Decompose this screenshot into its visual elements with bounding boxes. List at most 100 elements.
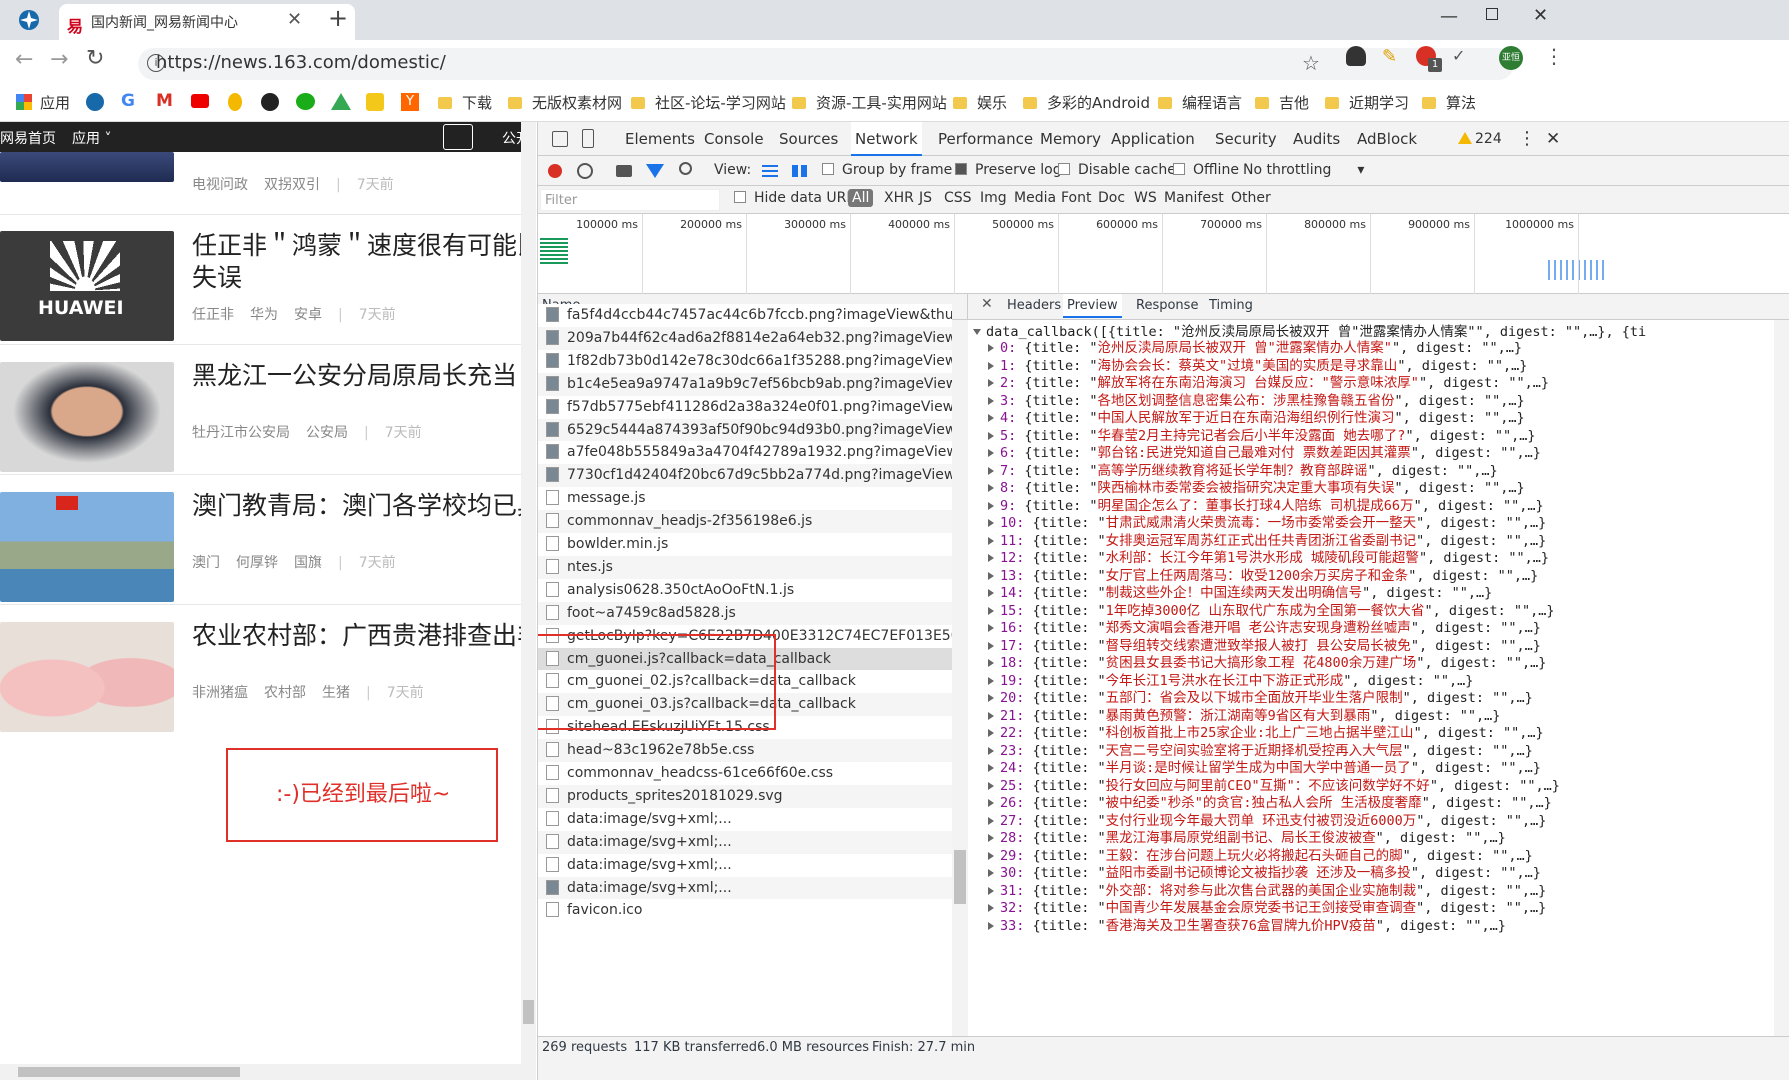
bookmark-icon-compass[interactable] xyxy=(86,93,104,111)
restore-icon[interactable] xyxy=(1486,8,1498,20)
filter-xhr[interactable]: XHR xyxy=(884,190,914,206)
devtools-close-icon[interactable]: ✕ xyxy=(1546,122,1560,156)
duck-icon[interactable] xyxy=(228,93,242,111)
bookmark-folder-fun[interactable]: 娱乐 xyxy=(953,92,1007,114)
filter-icon[interactable] xyxy=(646,164,664,178)
emoji-icon[interactable] xyxy=(366,93,384,111)
request-row[interactable]: bowlder.min.js xyxy=(538,533,952,556)
preview-item[interactable]: 11: {title: "女排奥运冠军周苏红正式出任共青团浙江省委副书记", d… xyxy=(988,533,1546,550)
request-row[interactable]: products_sprites20181029.svg xyxy=(538,784,952,808)
request-row[interactable]: data:image/svg+xml;... xyxy=(538,830,952,854)
record-button[interactable] xyxy=(548,164,562,178)
browser-tab[interactable]: 易 国内新闻_网易新闻中心 ✕ xyxy=(59,4,355,40)
tab-audits[interactable]: Audits xyxy=(1293,122,1340,156)
request-row[interactable]: f57db5775ebf411286d2a38a324e0f01.png?ima… xyxy=(538,395,952,419)
preview-item[interactable]: 1: {title: "海协会会长：蔡英文"过境"美国的实质是寻求靠山", di… xyxy=(988,358,1527,375)
preview-item[interactable]: 31: {title: "外交部：将对参与此次售台武器的美国企业实施制裁", d… xyxy=(988,883,1546,900)
preview-item[interactable]: 5: {title: "华春莹2月主持完记者会后小半年没露面 她去哪了?", d… xyxy=(988,428,1535,445)
detail-tab-response[interactable]: Response xyxy=(1136,298,1198,313)
requests-scrollbar[interactable] xyxy=(952,320,968,1036)
filter-manifest[interactable]: Manifest xyxy=(1164,190,1224,206)
filter-font[interactable]: Font xyxy=(1061,190,1091,206)
preview-item[interactable]: 22: {title: "科创板首批上市25家企业:北上广三地占据半壁江山", … xyxy=(988,725,1544,742)
news-title-1[interactable]: 任正非＂鸿蒙＂速度很有可能比 xyxy=(192,228,536,264)
request-row[interactable]: 209a7b44f62c4ad6a2f8814e2a64eb32.png?ima… xyxy=(538,326,952,350)
offline-checkbox[interactable]: Offline xyxy=(1173,162,1239,178)
tab-network[interactable]: Network xyxy=(851,122,922,156)
filter-js[interactable]: JS xyxy=(919,190,932,206)
back-icon[interactable]: ← xyxy=(15,47,33,72)
devtools-menu-icon[interactable]: ⋮ xyxy=(1518,122,1536,156)
clear-icon[interactable] xyxy=(577,163,593,179)
request-row[interactable]: data:image/svg+xml;... xyxy=(538,853,952,877)
request-row[interactable]: commonnav_headcss-61ce66f60e.css xyxy=(538,762,952,785)
preview-item[interactable]: 18: {title: "贫困县女县委书记大搞形象工程 花4800余万建广场",… xyxy=(988,655,1546,672)
tab-memory[interactable]: Memory xyxy=(1040,122,1101,156)
filter-css[interactable]: CSS xyxy=(944,190,972,206)
preview-item[interactable]: 21: {title: "暴雨黄色预警：浙江湖南等9省区有大到暴雨", dige… xyxy=(988,708,1500,725)
requests-scrollbar-thumb[interactable] xyxy=(954,850,966,904)
preview-item[interactable]: 23: {title: "天宫二号空间实验室将于近期择机受控再入大气层", di… xyxy=(988,743,1533,760)
disable-cache-checkbox[interactable]: Disable cache xyxy=(1058,162,1176,178)
hide-data-urls-checkbox[interactable]: Hide data URLs xyxy=(734,190,861,206)
preview-item[interactable]: 32: {title: "中国青少年发展基金会原党委书记王剑接受审查调查", d… xyxy=(988,900,1546,917)
news-thumb-3[interactable] xyxy=(0,492,174,602)
preview-item[interactable]: 16: {title: "郑秀文演唱会香港开唱 老公许志安现身遭粉丝嘘声", d… xyxy=(988,620,1541,637)
filter-other[interactable]: Other xyxy=(1231,190,1271,206)
preview-item[interactable]: 20: {title: "五部门：省会及以下城市全面放开毕业生落户限制", di… xyxy=(988,690,1533,707)
profile-avatar[interactable]: 亚恒 xyxy=(1499,46,1523,70)
preview-item[interactable]: 9: {title: "明星国企怎么了：董事长打球4人陪练 司机提成66万", … xyxy=(988,498,1544,515)
nav-apps-link[interactable]: 应用 ˅ xyxy=(72,128,111,148)
tab-performance[interactable]: Performance xyxy=(938,122,1033,156)
filter-all[interactable]: All xyxy=(848,189,874,207)
bookmark-folder-resources[interactable]: 资源-工具-实用网站 xyxy=(792,92,947,114)
request-row[interactable]: 7730cf1d42404f20bc67d9c5bb2a774d.png?ima… xyxy=(538,464,952,488)
request-row[interactable]: analysis0628.350ctAoOoFtN.1.js xyxy=(538,578,952,602)
warning-count[interactable]: 224 xyxy=(1475,122,1502,156)
github-icon[interactable] xyxy=(261,93,279,111)
news-title-4[interactable]: 农业农村部：广西贵港排查出非 xyxy=(192,618,536,654)
preview-item[interactable]: 26: {title: "被中纪委"秒杀"的贪官:独占私人会所 生活极度奢靡",… xyxy=(988,795,1552,812)
address-bar[interactable]: i https://news.163.com/domestic/ ☆ xyxy=(138,48,1514,80)
request-row[interactable]: data:image/svg+xml;... xyxy=(538,807,952,831)
request-row[interactable]: a7fe048b555849a3a4704f42789a1932.png?ima… xyxy=(538,441,952,465)
request-row[interactable]: head~83c1962e78b5e.css xyxy=(538,739,952,763)
google-icon[interactable]: G xyxy=(121,91,135,111)
preview-item[interactable]: 27: {title: "支付行业现今年最大罚单 环迅支付被罚没近6000万",… xyxy=(988,813,1546,830)
preview-item[interactable]: 13: {title: "女厅官上任两周落马：收受1200余万买房子和金条", … xyxy=(988,568,1538,585)
detail-close-icon[interactable]: ✕ xyxy=(981,296,993,312)
preview-item[interactable]: 30: {title: "益阳市委副书记硕博论文被指抄袭 还涉及一稿多投", d… xyxy=(988,865,1541,882)
bookmark-folder-free-assets[interactable]: 无版权素材网 xyxy=(508,92,622,114)
preview-item[interactable]: 6: {title: "郭台铭:民进党知道自己最难对付 票数差距因其灌票", d… xyxy=(988,445,1541,462)
request-row[interactable]: data:image/svg+xml;... xyxy=(538,876,952,900)
app-logo-icon[interactable] xyxy=(18,9,40,31)
nav-home-link[interactable]: 网易首页 xyxy=(0,128,56,148)
request-row[interactable]: favicon.ico xyxy=(538,899,952,923)
tab-console[interactable]: Console xyxy=(704,122,764,156)
large-rows-icon[interactable] xyxy=(762,165,778,177)
bookmark-star-icon[interactable]: ☆ xyxy=(1302,51,1320,75)
preview-item[interactable]: 15: {title: "1年吃掉3000亿 山东取代广东成为全国第一餐饮大省"… xyxy=(988,603,1554,620)
preview-item[interactable]: 12: {title: "水利部：长江今年第1号洪水形成 城陵矶段可能超警", … xyxy=(988,550,1549,567)
youtube-icon[interactable] xyxy=(191,94,209,108)
bookmark-folder-languages[interactable]: 编程语言 xyxy=(1158,92,1242,114)
news-thumb-4[interactable] xyxy=(0,622,174,732)
extension-ghost-icon[interactable] xyxy=(1346,46,1366,66)
reload-icon[interactable]: ↻ xyxy=(86,46,104,71)
bookmark-folder-android[interactable]: 多彩的Android xyxy=(1023,92,1150,114)
preview-item[interactable]: 17: {title: "督导组转交线索遭泄致举报人被打 县公安局长被免", d… xyxy=(988,638,1541,655)
preview-item[interactable]: 10: {title: "甘肃武威肃清火荣贵流毒：一场市委常委会开一整天", d… xyxy=(988,515,1546,532)
tab-security[interactable]: Security xyxy=(1215,122,1277,156)
bookmark-folder-algorithms[interactable]: 算法 xyxy=(1422,92,1476,114)
page-scrollbar-track[interactable] xyxy=(521,122,536,1064)
drive-icon[interactable] xyxy=(331,93,351,110)
news-thumb-2[interactable] xyxy=(0,362,174,472)
tab-application[interactable]: Application xyxy=(1111,122,1195,156)
filter-ws[interactable]: WS xyxy=(1134,190,1157,206)
preview-scrollbar[interactable] xyxy=(1774,320,1789,1036)
request-row[interactable]: fa5f4d4ccb44c7457ac44c6b7fccb.png?imageV… xyxy=(538,304,952,327)
ycombinator-icon[interactable]: Y xyxy=(401,93,419,111)
preview-item[interactable]: 14: {title: "制裁这些外企！中国连续两天发出明确信号", diges… xyxy=(988,585,1492,602)
url-text[interactable]: https://news.163.com/domestic/ xyxy=(156,52,446,73)
close-window-icon[interactable]: ✕ xyxy=(1533,5,1548,26)
